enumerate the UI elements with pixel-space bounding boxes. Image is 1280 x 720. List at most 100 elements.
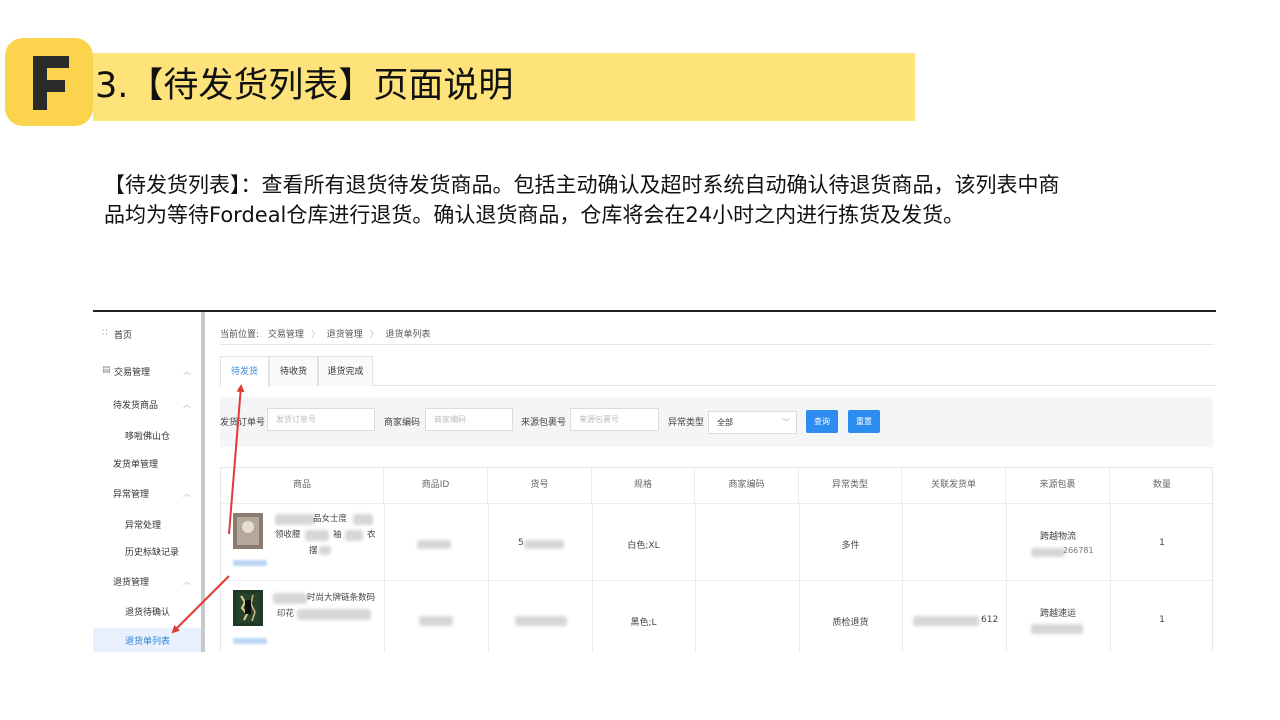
redacted-sku <box>515 616 567 626</box>
page-title: 3.【待发货列表】页面说明 <box>95 66 514 106</box>
sidebar-item-exception[interactable]: 异常管理 <box>113 487 149 500</box>
chevron-up-icon[interactable]: ︿ <box>183 576 191 587</box>
main-content: 当前位置: 交易管理 〉 退货管理 〉 退货单列表 待发货 待收货 退货完成 发… <box>209 312 1216 652</box>
redacted-text <box>345 530 363 541</box>
spec-cell: 黑色;L <box>630 618 657 628</box>
tab-bar: 待发货 待收货 退货完成 <box>220 356 1215 387</box>
sidebar-item-pending-goods[interactable]: 待发货商品 <box>113 398 158 411</box>
source-package-cell: 跨越速运 <box>1039 609 1076 619</box>
column-header: 货号 <box>488 468 592 503</box>
redacted-product-id <box>417 540 451 549</box>
product-name-line: 摆 <box>309 546 318 556</box>
sidebar-item-return-confirm[interactable]: 退货待确认 <box>125 605 170 618</box>
sidebar-item-warehouse[interactable]: 哆啦佛山仓 <box>125 429 170 442</box>
order-no-label: 发货订单号 <box>220 418 266 428</box>
product-thumbnail[interactable] <box>233 590 263 626</box>
chevron-up-icon[interactable]: ︿ <box>183 488 191 499</box>
redacted-text <box>275 514 315 525</box>
redacted-text <box>305 530 329 541</box>
sidebar-item-history[interactable]: 历史标缺记录 <box>125 545 179 558</box>
row-divider <box>221 580 1214 581</box>
grid-icon: ∷ <box>102 328 108 338</box>
return-table: 商品 商品ID 货号 规格 商家编码 异常类型 关联发货单 来源包裹 数量 品女… <box>220 467 1214 652</box>
tab-pending-shipment[interactable]: 待发货 <box>220 356 269 387</box>
quantity-cell: 1 <box>1159 615 1165 625</box>
sidebar-item-exception-handle[interactable]: 异常处理 <box>125 518 161 531</box>
description-line-2: 品均为等待Fordeal仓库进行退货。确认退货商品，仓库将会在24小时之内进行拣… <box>104 203 965 227</box>
order-no-input[interactable]: 发货订单号 <box>267 408 375 431</box>
divider <box>219 344 1214 345</box>
column-divider <box>695 503 696 652</box>
sidebar-item-trade[interactable]: 交易管理 <box>114 365 150 378</box>
column-header: 关联发货单 <box>902 468 1006 503</box>
redacted-text <box>353 514 373 525</box>
linked-order-cell[interactable]: 612 <box>981 615 998 625</box>
title-bar: 3.【待发货列表】页面说明 <box>93 53 915 121</box>
quantity-cell: 1 <box>1159 538 1165 548</box>
column-header: 规格 <box>592 468 695 503</box>
product-name-line: 时尚大牌链条数码 <box>307 593 376 603</box>
breadcrumb-prefix: 当前位置: <box>220 330 260 340</box>
row-divider <box>221 503 1214 504</box>
product-name-line: 领收腰 <box>275 530 301 540</box>
source-package-no: 266781 <box>1063 546 1094 555</box>
exception-type-cell: 质检退货 <box>832 618 869 628</box>
logo-f-icon <box>33 56 69 110</box>
breadcrumb-separator-icon: 〉 <box>369 330 379 340</box>
product-link-blurred[interactable] <box>233 560 267 566</box>
exception-type-label: 异常类型 <box>668 418 705 428</box>
redacted-linked-order <box>913 616 979 626</box>
column-divider <box>902 503 903 652</box>
column-header: 商家编码 <box>695 468 799 503</box>
exception-type-select[interactable]: 全部 ﹀ <box>708 411 797 434</box>
column-header: 来源包裹 <box>1006 468 1110 503</box>
column-header: 商品ID <box>384 468 488 503</box>
redacted-text <box>297 609 371 620</box>
column-divider <box>384 503 385 652</box>
filter-panel: 发货订单号 发货订单号 商家编码 商家编码 来源包裹号 来源包裹号 异常类型 全… <box>220 397 1213 447</box>
source-package-cell: 跨越物流 <box>1039 532 1076 542</box>
document-icon: ▤ <box>102 365 111 375</box>
product-name-line: 衣 <box>367 530 376 540</box>
column-header: 数量 <box>1152 480 1171 490</box>
product-link-blurred[interactable] <box>233 638 267 644</box>
column-divider <box>1110 503 1111 652</box>
redacted-text <box>319 546 331 555</box>
breadcrumb-item: 退货单列表 <box>385 330 431 340</box>
sidebar-item-home[interactable]: 首页 <box>114 328 132 341</box>
logo-badge <box>5 38 93 126</box>
exception-type-cell: 多件 <box>841 541 860 551</box>
product-thumbnail[interactable] <box>233 513 263 549</box>
redacted-text <box>273 593 307 604</box>
chevron-up-icon[interactable]: ︿ <box>183 366 191 377</box>
breadcrumb: 当前位置: 交易管理 〉 退货管理 〉 退货单列表 <box>220 327 431 340</box>
tab-pending-receipt[interactable]: 待收货 <box>269 356 318 386</box>
column-divider <box>1006 503 1007 652</box>
redacted-sku <box>524 540 564 549</box>
chevron-down-icon: ﹀ <box>782 418 790 427</box>
tab-return-complete[interactable]: 退货完成 <box>318 356 373 386</box>
product-name-line: 袖 <box>333 530 342 540</box>
redacted-product-id <box>419 616 453 626</box>
chevron-up-icon[interactable]: ︿ <box>183 399 191 410</box>
column-divider <box>592 503 593 652</box>
product-name-line: 印花 <box>277 609 295 619</box>
query-button[interactable]: 查询 <box>806 410 838 433</box>
sidebar-item-shipment[interactable]: 发货单管理 <box>113 457 158 470</box>
exception-type-value: 全部 <box>717 418 733 427</box>
package-no-input[interactable]: 来源包裹号 <box>570 408 659 431</box>
breadcrumb-item[interactable]: 退货管理 <box>327 330 363 340</box>
spec-cell: 白色;XL <box>627 541 660 551</box>
merchant-code-label: 商家编码 <box>384 418 421 428</box>
description: 【待发货列表】：查看所有退货待发货商品。包括主动确认及超时系统自动确认待退货商品… <box>104 170 1214 230</box>
merchant-code-input[interactable]: 商家编码 <box>425 408 513 431</box>
sidebar-item-return-mgmt[interactable]: 退货管理 <box>113 575 149 588</box>
sku-prefix: 5 <box>518 538 524 548</box>
breadcrumb-item[interactable]: 交易管理 <box>268 330 304 340</box>
sidebar-item-return-list[interactable]: 退货单列表 <box>125 634 170 647</box>
column-header: 商品 <box>221 468 384 503</box>
embedded-screenshot: ∷ 首页 ▤ 交易管理 ︿ 待发货商品 ︿ 哆啦佛山仓 发货单管理 异常管理 ︿… <box>93 310 1216 652</box>
product-name-line: 品女士度 <box>313 514 348 524</box>
redacted-package-no <box>1031 548 1065 557</box>
reset-button[interactable]: 重置 <box>848 410 880 433</box>
